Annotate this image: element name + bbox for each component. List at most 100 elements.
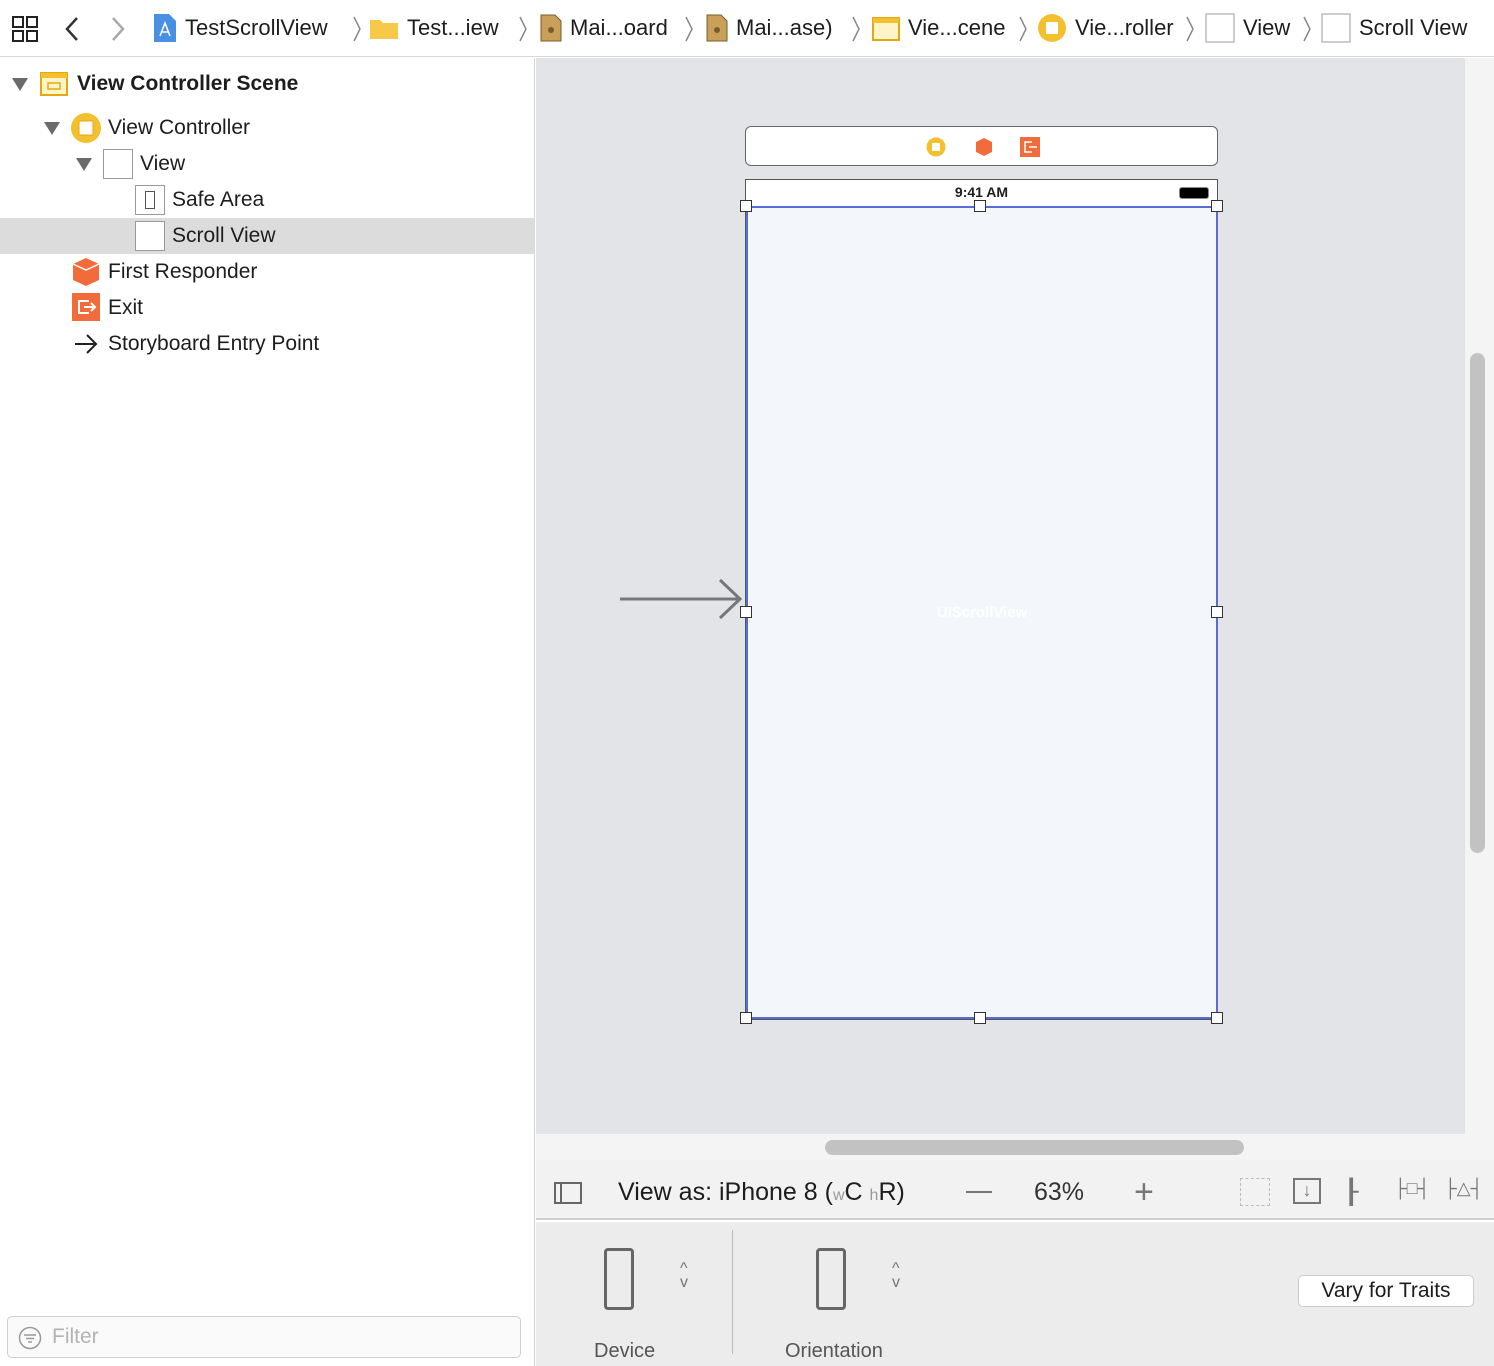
safe-area-icon — [135, 185, 165, 215]
breadcrumb-label: Vie...cene — [908, 15, 1006, 40]
scroll-view[interactable]: UIScrollView — [746, 206, 1218, 1019]
scroll-view-label: UIScrollView — [936, 604, 1028, 621]
view-icon — [103, 149, 133, 179]
breadcrumb-label: Test...iew — [407, 15, 499, 40]
breadcrumb-item[interactable]: Test...iew — [369, 13, 499, 43]
view-icon — [1321, 13, 1351, 43]
breadcrumb-separator-icon — [1303, 16, 1311, 42]
filter-input[interactable]: Filter — [7, 1316, 521, 1358]
outline-label: View Controller — [108, 116, 251, 139]
disclosure-triangle-icon[interactable] — [76, 158, 92, 171]
filter-placeholder: Filter — [52, 1325, 99, 1348]
scene-icon — [40, 72, 68, 96]
disclosure-triangle-icon[interactable] — [44, 122, 60, 135]
update-frames-icon[interactable] — [1240, 1178, 1270, 1206]
disclosure-triangle-icon[interactable] — [12, 78, 28, 91]
resize-handle[interactable] — [740, 200, 752, 212]
outline-label: Safe Area — [172, 188, 265, 211]
breadcrumb-separator-icon — [685, 16, 693, 42]
device-phone-icon[interactable] — [604, 1248, 634, 1310]
status-time: 9:41 AM — [954, 184, 1009, 200]
horizontal-scroll-thumb[interactable] — [825, 1140, 1244, 1155]
breadcrumb-separator-icon — [519, 16, 527, 42]
view-controller-icon — [1037, 13, 1067, 43]
breadcrumb-item[interactable]: TestScrollView — [153, 13, 328, 43]
storyboard-file-icon — [706, 14, 728, 42]
outline-label: Exit — [108, 296, 144, 319]
back-icon[interactable] — [64, 16, 80, 42]
outline-item-exit[interactable]: Exit — [0, 290, 535, 326]
breadcrumb-item[interactable]: Vie...cene — [872, 13, 1005, 43]
zoom-in-icon[interactable]: + — [1134, 1175, 1154, 1209]
breadcrumb-item[interactable]: Vie...roller — [1037, 13, 1174, 43]
outline-item-scroll-view[interactable]: Scroll View — [0, 218, 535, 254]
breadcrumb-label: Mai...oard — [570, 15, 668, 40]
scene-dock — [745, 126, 1218, 166]
breadcrumb-label: TestScrollView — [185, 15, 328, 40]
battery-icon — [1179, 187, 1209, 199]
orientation-phone-icon[interactable] — [816, 1248, 846, 1310]
first-responder-icon[interactable] — [974, 137, 994, 157]
device-stepper-icon[interactable]: ^ v — [680, 1261, 688, 1291]
view-controller-icon[interactable] — [926, 137, 946, 157]
scroll-view-icon — [135, 221, 165, 251]
orientation-stepper-icon[interactable]: ^ v — [892, 1261, 900, 1291]
device-config-panel: ^ v Device ^ v Orientation Vary for Traits — [536, 1222, 1494, 1366]
breadcrumb-item[interactable]: View — [1205, 13, 1290, 43]
outline-label: First Responder — [108, 260, 258, 283]
zoom-out-icon[interactable] — [966, 1191, 992, 1193]
resize-handle[interactable] — [740, 1012, 752, 1024]
outline-item-view-controller[interactable]: View Controller — [0, 110, 535, 146]
breadcrumb-item[interactable]: Mai...ase) — [706, 13, 833, 43]
outline-label: Storyboard Entry Point — [108, 332, 320, 355]
forward-icon[interactable] — [110, 16, 126, 42]
xcode-project-icon — [153, 13, 177, 43]
outline-item-first-responder[interactable]: First Responder — [0, 254, 535, 290]
toggle-outline-icon[interactable] — [554, 1182, 582, 1204]
jump-bar: TestScrollView Test...iew Mai...oard Mai...… — [0, 0, 1494, 57]
resize-handle[interactable] — [1211, 200, 1223, 212]
canvas-bottom-bar: View as: iPhone 8 (wC hR) 63% + ↓ ┠ ├□┤ … — [536, 1160, 1494, 1220]
resize-handle[interactable] — [1211, 1012, 1223, 1024]
breadcrumb-separator-icon — [852, 16, 860, 42]
first-responder-icon — [72, 258, 100, 286]
outline-item-safe-area[interactable]: Safe Area — [0, 182, 535, 218]
resize-handle[interactable] — [974, 1012, 986, 1024]
view-icon — [1205, 13, 1235, 43]
vary-for-traits-button[interactable]: Vary for Traits — [1298, 1275, 1474, 1307]
exit-icon — [72, 293, 100, 321]
breadcrumb-separator-icon — [353, 16, 361, 42]
storyboard-file-icon — [540, 14, 562, 42]
outline-item-entry-point[interactable]: Storyboard Entry Point — [0, 326, 535, 362]
arrow-right-icon — [75, 334, 98, 354]
breadcrumb-label: Mai...ase) — [736, 15, 833, 40]
breadcrumb-separator-icon — [1019, 16, 1027, 42]
related-items-icon[interactable] — [11, 15, 39, 43]
add-constraints-icon[interactable]: ├□┤ — [1394, 1178, 1430, 1199]
divider — [732, 1230, 733, 1354]
resize-handle[interactable] — [1211, 606, 1223, 618]
breadcrumb-item[interactable]: Scroll View — [1321, 13, 1467, 43]
vertical-scroll-thumb[interactable] — [1470, 353, 1485, 853]
breadcrumb-label: Scroll View — [1359, 15, 1468, 40]
outline-item-scene[interactable]: View Controller Scene — [0, 66, 535, 102]
outline-label: View — [140, 152, 186, 175]
orientation-label: Orientation — [785, 1340, 883, 1362]
scene-icon — [872, 15, 900, 41]
outline-item-view[interactable]: View — [0, 146, 535, 182]
breadcrumb-label: Vie...roller — [1075, 15, 1174, 40]
resolve-issues-icon[interactable]: ├△┤ — [1444, 1178, 1483, 1199]
filter-icon — [18, 1326, 42, 1350]
document-outline: View Controller Scene View Controller Vi… — [0, 58, 535, 1366]
align-icon[interactable]: ┠ — [1344, 1178, 1358, 1207]
resize-handle[interactable] — [974, 200, 986, 212]
outline-label: View Controller Scene — [77, 72, 299, 95]
exit-icon[interactable] — [1020, 137, 1040, 157]
breadcrumb-item[interactable]: Mai...oard — [540, 13, 668, 43]
embed-in-icon[interactable]: ↓ — [1293, 1178, 1321, 1204]
view-as-button[interactable]: View as: iPhone 8 (wC hR) — [618, 1178, 905, 1207]
breadcrumb-label: View — [1243, 15, 1291, 40]
device-label: Device — [594, 1340, 656, 1362]
entry-point-arrow-icon[interactable] — [618, 578, 746, 622]
view-controller-icon — [71, 113, 101, 143]
